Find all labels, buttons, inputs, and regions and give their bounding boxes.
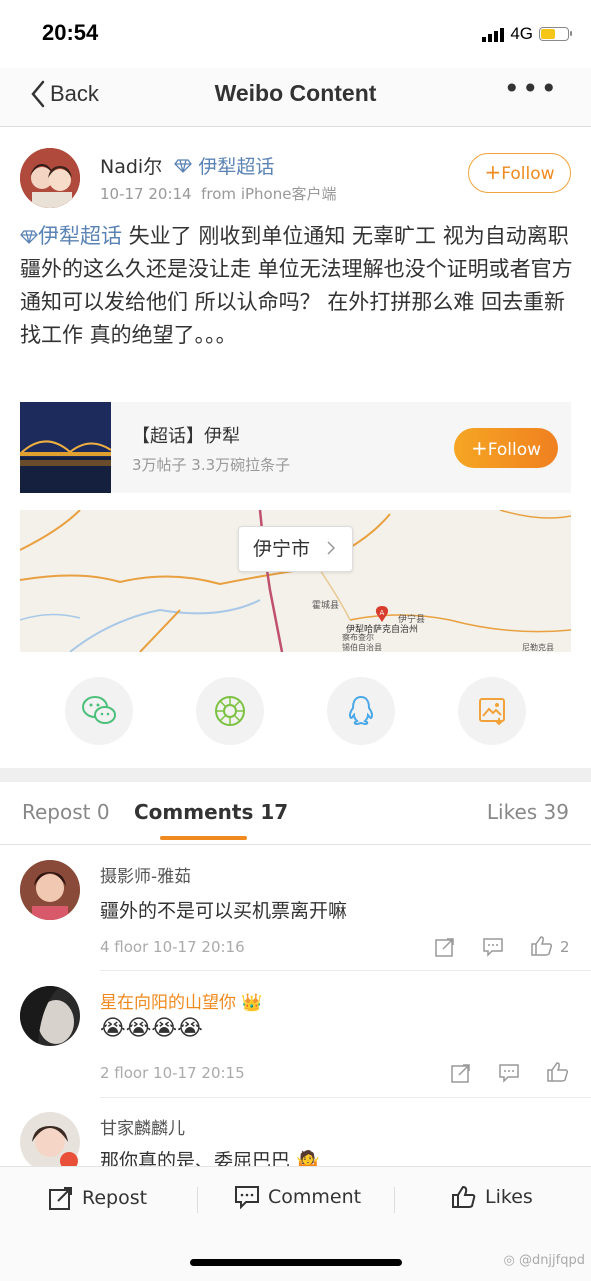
share-wechat-button[interactable] bbox=[65, 677, 133, 745]
tab-comments[interactable]: Comments 17 bbox=[134, 800, 288, 824]
plus-icon: + bbox=[484, 160, 502, 184]
city-name: 伊宁市 bbox=[253, 538, 311, 560]
comment-label: Comment bbox=[268, 1186, 362, 1208]
watermark: ◎ @dnjjfqpd bbox=[503, 1253, 585, 1268]
avatar-image bbox=[20, 860, 80, 920]
bar-divider bbox=[394, 1187, 395, 1213]
map-pin-icon: A bbox=[375, 606, 389, 622]
post-source: from iPhone客户端 bbox=[201, 185, 337, 203]
repost-button[interactable]: Repost bbox=[48, 1185, 147, 1211]
weibo-logo-icon: ◎ bbox=[503, 1253, 515, 1268]
navigation-bar: Back Weibo Content ••• bbox=[0, 68, 591, 127]
map-place-label: 尼勒克县 bbox=[522, 643, 554, 652]
commenter-name[interactable]: 摄影师-雅茹 bbox=[100, 862, 191, 887]
follow-user-button[interactable]: +Follow bbox=[468, 153, 571, 193]
commenter-name[interactable]: 星在向阳的山望你 bbox=[100, 993, 236, 1013]
moments-icon bbox=[215, 696, 245, 726]
page-title: Weibo Content bbox=[214, 80, 377, 106]
post-date: 10-17 20:14 bbox=[100, 185, 192, 203]
comment-like-count: 2 bbox=[560, 938, 570, 956]
commenter-name[interactable]: 甘家麟麟儿 bbox=[100, 1114, 185, 1139]
diamond-icon bbox=[174, 159, 193, 173]
post-meta: 10-17 20:14 from iPhone客户端 bbox=[100, 183, 336, 204]
repost-icon[interactable] bbox=[434, 936, 456, 958]
comment-icon[interactable] bbox=[498, 1063, 520, 1083]
signal-icon bbox=[482, 27, 505, 42]
bottom-action-bar: Repost Comment Likes ◎ @dnjjfqpd bbox=[0, 1166, 591, 1281]
chevron-right-icon bbox=[327, 541, 336, 555]
tab-repost[interactable]: Repost 0 bbox=[22, 800, 110, 824]
topic-card-stats: 3万帖子 3.3万碗拉条子 bbox=[132, 456, 291, 474]
like-icon bbox=[452, 1185, 476, 1208]
section-divider bbox=[0, 768, 591, 782]
comment-icon[interactable] bbox=[482, 937, 504, 957]
diamond-icon bbox=[20, 230, 38, 244]
tab-likes[interactable]: Likes 39 bbox=[487, 800, 569, 824]
follow-topic-label: Follow bbox=[487, 440, 542, 460]
commenter-avatar[interactable] bbox=[20, 860, 80, 920]
map-place-label: 霍城县 bbox=[312, 601, 340, 611]
map-city-label[interactable]: 伊宁市 bbox=[238, 526, 354, 572]
qq-icon bbox=[348, 695, 374, 726]
topic-card-image bbox=[19, 402, 112, 493]
crown-badge-icon: 👑 bbox=[241, 993, 263, 1013]
comment-meta: 2 floor 10-17 20:15 bbox=[100, 1064, 245, 1082]
commenter-avatar[interactable] bbox=[20, 986, 80, 1046]
author-avatar[interactable] bbox=[20, 148, 80, 208]
follow-label: Follow bbox=[501, 164, 555, 184]
wechat-icon bbox=[82, 696, 116, 724]
like-label: Likes bbox=[485, 1186, 533, 1208]
repost-icon[interactable] bbox=[450, 1062, 472, 1084]
author-name[interactable]: Nadi尔 bbox=[100, 156, 162, 178]
comment-meta: 4 floor 10-17 20:16 bbox=[100, 938, 245, 956]
bar-divider bbox=[197, 1187, 198, 1213]
follow-topic-button[interactable]: +Follow bbox=[454, 428, 558, 468]
battery-icon bbox=[539, 27, 572, 41]
tab-bar: Repost 0 Comments 17 Likes 39 bbox=[0, 800, 591, 844]
map-place-label: 锡伯自治县 bbox=[342, 643, 382, 652]
author-line: Nadi尔 伊犁超话 bbox=[100, 152, 274, 179]
comment-divider bbox=[100, 970, 591, 971]
location-map[interactable]: A 霍城县 伊宁县 伊犁哈萨克自治州 察布查尔 锡伯自治县 尼勒克县 伊宁市 bbox=[20, 510, 571, 652]
save-image-icon bbox=[479, 698, 505, 726]
svg-text:A: A bbox=[380, 609, 385, 617]
post-body: 伊犁超话 失业了 刚收到单位通知 无辜旷工 视为自动离职 疆外的这么久还是没让走… bbox=[20, 220, 575, 352]
post-topic-link[interactable]: 伊犁超话 bbox=[38, 224, 122, 248]
repost-icon bbox=[49, 1187, 72, 1210]
topic-card-title: 【超话】伊犁 bbox=[132, 426, 240, 447]
status-indicators: 4G bbox=[482, 24, 572, 44]
comment-text: 疆外的不是可以买机票离开嘛 bbox=[100, 900, 348, 922]
more-options-button[interactable]: ••• bbox=[503, 72, 559, 105]
comment-divider bbox=[100, 1097, 591, 1098]
comment-icon bbox=[235, 1186, 259, 1209]
active-tab-indicator bbox=[160, 836, 247, 840]
status-time: 20:54 bbox=[42, 20, 99, 45]
comment-button[interactable]: Comment bbox=[234, 1185, 361, 1209]
avatar-image bbox=[20, 986, 80, 1046]
topic-card[interactable]: 【超话】伊犁 3万帖子 3.3万碗拉条子 +Follow bbox=[19, 402, 571, 493]
share-moments-button[interactable] bbox=[196, 677, 264, 745]
avatar-image bbox=[20, 148, 80, 208]
like-icon[interactable] bbox=[546, 1061, 570, 1083]
repost-label: Repost bbox=[82, 1187, 148, 1209]
topic-tag-link[interactable]: 伊犁超话 bbox=[198, 156, 274, 178]
network-label: 4G bbox=[510, 24, 533, 43]
watermark-text: @dnjjfqpd bbox=[518, 1253, 585, 1268]
bridge-night-image bbox=[19, 402, 112, 493]
like-button[interactable]: Likes bbox=[451, 1185, 533, 1209]
plus-icon: + bbox=[470, 436, 488, 460]
tabs-divider bbox=[0, 844, 591, 845]
comment-text: 😭😭😭😭 bbox=[100, 1016, 203, 1041]
home-indicator bbox=[190, 1259, 402, 1266]
commenter-name-line: 星在向阳的山望你 👑 bbox=[100, 988, 263, 1013]
like-icon[interactable] bbox=[530, 935, 554, 957]
save-image-button[interactable] bbox=[458, 677, 526, 745]
share-qq-button[interactable] bbox=[327, 677, 395, 745]
